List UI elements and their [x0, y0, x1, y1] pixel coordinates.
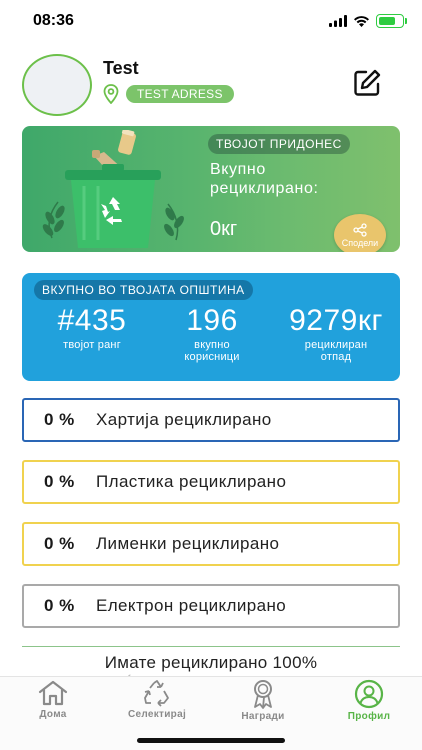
user-name: Test: [103, 58, 139, 78]
status-time: 08:36: [33, 12, 74, 29]
home-indicator: [137, 738, 285, 743]
total-recycled-amount: 0кг: [210, 218, 238, 240]
material-label: Електрон рециклирано: [96, 596, 287, 615]
material-row-paper[interactable]: 0 % Хартија рециклирано: [22, 398, 400, 442]
users-caption-line2: корисници: [184, 351, 240, 363]
total-recycled-label-line1: Вкупно: [210, 161, 266, 178]
status-bar: 08:36: [0, 0, 422, 44]
waste-stat: 9279кг рециклиран отпад: [274, 303, 398, 363]
material-label: Пластика рециклирано: [96, 472, 287, 491]
tab-select[interactable]: Селектирај: [112, 679, 202, 723]
users-value: 196: [186, 304, 238, 337]
share-icon: [353, 222, 367, 237]
share-label: Сподели: [341, 237, 379, 248]
tab-label: Награди: [241, 711, 285, 722]
material-label: Лименки рециклирано: [96, 534, 280, 553]
users-stat: 196 вкупно корисници: [162, 303, 262, 363]
summary-text: Имате рециклирано 100%: [104, 653, 318, 672]
material-percent: 0 %: [44, 596, 75, 615]
material-percent: 0 %: [44, 534, 75, 553]
recycling-bin-illustration: [42, 130, 184, 248]
avatar[interactable]: [22, 54, 92, 116]
share-button[interactable]: Сподели: [334, 214, 386, 252]
waste-value: 9279кг: [289, 304, 383, 337]
profile-header: Test TEST ADRESS: [0, 50, 422, 120]
edit-profile-icon[interactable]: [352, 68, 382, 98]
material-row-cans[interactable]: 0 % Лименки рециклирано: [22, 522, 400, 566]
award-icon: [254, 680, 272, 709]
users-caption-line1: вкупно: [194, 339, 230, 351]
waste-caption-line1: рециклиран: [304, 339, 368, 351]
contribution-pill: ТВОЈОТ ПРИДОНЕС: [208, 134, 350, 154]
municipality-pill: ВКУПНО ВО ТВОЈАТА ОПШТИНА: [34, 280, 253, 300]
waste-caption-line2: отпад: [320, 351, 352, 363]
battery-icon: [376, 14, 407, 28]
wifi-icon: [354, 16, 369, 27]
profile-icon: [354, 679, 384, 709]
tab-label: Дома: [39, 709, 67, 720]
material-percent: 0 %: [44, 410, 75, 429]
recycle-icon: [144, 680, 169, 707]
location-pin-icon: [103, 84, 119, 104]
tab-profile[interactable]: Профил: [324, 679, 414, 723]
tab-home[interactable]: Дома: [8, 679, 98, 723]
material-row-electronics[interactable]: 0 % Електрон рециклирано: [22, 584, 400, 628]
home-icon: [38, 680, 68, 706]
material-row-plastic[interactable]: 0 % Пластика рециклирано: [22, 460, 400, 504]
rank-value: #435: [57, 304, 127, 337]
tab-rewards[interactable]: Награди: [218, 679, 308, 723]
rank-caption: твојот ранг: [63, 339, 121, 351]
municipality-card: ВКУПНО ВО ТВОЈАТА ОПШТИНА #435 твојот ра…: [22, 273, 400, 381]
total-recycled-label-line2: рециклирано:: [210, 180, 319, 197]
tab-label: Профил: [347, 711, 391, 722]
total-recycled-label: Вкупно рециклирано:: [210, 160, 390, 198]
address-badge: TEST ADRESS: [126, 85, 234, 103]
status-icons: [329, 14, 407, 28]
signal-icon: [329, 15, 347, 27]
rank-stat: #435 твојот ранг: [32, 303, 152, 351]
contribution-card: ТВОЈОТ ПРИДОНЕС Вкупно рециклирано: 0кг …: [22, 126, 400, 252]
tab-label: Селектирај: [127, 709, 187, 720]
material-label: Хартија рециклирано: [96, 410, 272, 429]
material-percent: 0 %: [44, 472, 75, 491]
summary-divider: [22, 646, 400, 647]
